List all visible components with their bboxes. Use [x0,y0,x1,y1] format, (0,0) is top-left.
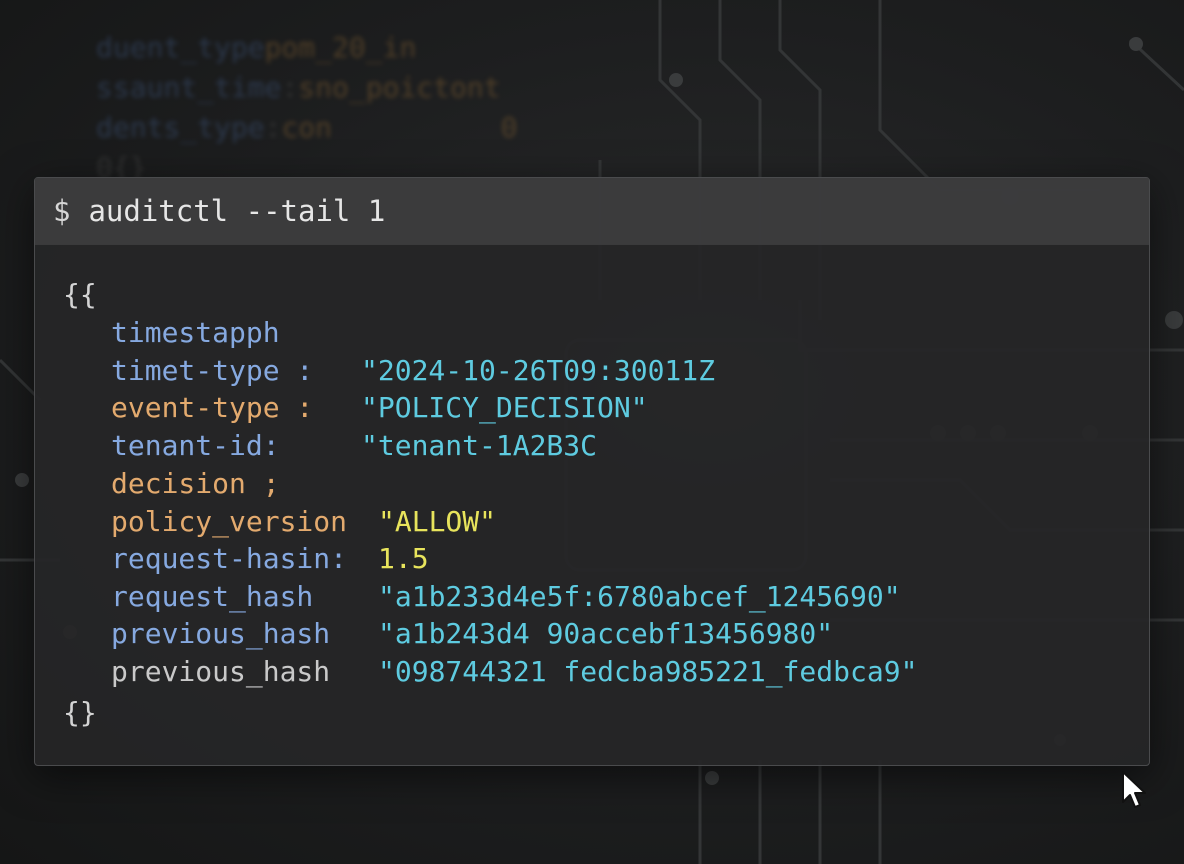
json-value: "a1b243d4 90accebf13456980" [378,617,834,650]
json-value: "a1b233d4e5f:6780abcef_1245690" [378,580,901,613]
json-key: tenant-id: [111,429,280,462]
json-key: previous_hash [111,617,331,650]
json-value: "2024-10-26T09:30011Z [361,354,716,387]
close-brace: {} [63,696,97,729]
terminal-command-bar: $ auditctl --tail 1 [35,178,1149,245]
json-key: decision ; [111,467,280,500]
json-value: 1.5 [378,542,429,575]
json-key: timet-type : [111,354,314,387]
command-text[interactable]: auditctl --tail 1 [88,194,385,228]
open-brace: {{ [63,278,97,311]
blurred-background-code: duent_typepom_20_in ssaunt_time:sno_poic… [96,31,518,184]
json-value: "POLICY_DECISION" [361,391,648,424]
json-value: "tenant-1A2B3C [361,429,598,462]
json-key: timestapph [111,316,280,349]
json-value: "ALLOW" [378,505,497,538]
json-key: previous_hash [111,655,331,688]
json-key: request_hash [111,580,314,613]
json-key: policy_version [111,505,348,538]
json-key: request-hasin: [111,542,348,575]
mouse-cursor-icon [1122,771,1146,808]
json-key: event-type : [111,391,314,424]
shell-prompt: $ [53,194,71,228]
terminal-window[interactable]: $ auditctl --tail 1 {{ timestapph timet-… [34,177,1150,766]
json-value: "098744321 fedcba985221_fedbca9" [378,655,918,688]
